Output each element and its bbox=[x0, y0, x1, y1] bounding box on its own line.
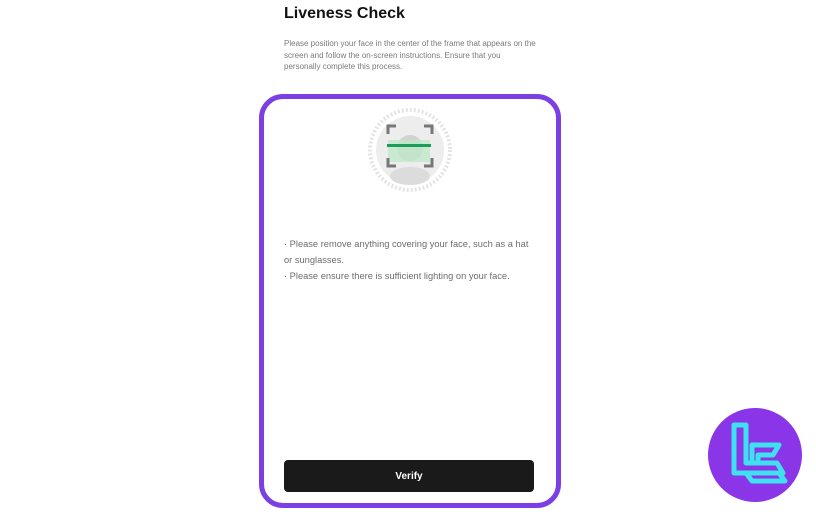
face-scan-graphic bbox=[368, 108, 452, 192]
brand-logo-graphic bbox=[708, 408, 802, 502]
instruction-item: · Please ensure there is sufficient ligh… bbox=[284, 271, 510, 281]
instructions-list: · Please remove anything covering your f… bbox=[284, 236, 536, 284]
liveness-check-page: Liveness Check Please position your face… bbox=[0, 0, 816, 514]
brand-logo-icon bbox=[707, 407, 803, 503]
verify-button[interactable]: Verify bbox=[284, 460, 534, 492]
page-title: Liveness Check bbox=[284, 5, 405, 22]
instruction-item: · Please remove anything covering your f… bbox=[284, 239, 529, 265]
face-scan-icon bbox=[368, 108, 452, 192]
page-description: Please position your face in the center … bbox=[284, 39, 536, 71]
